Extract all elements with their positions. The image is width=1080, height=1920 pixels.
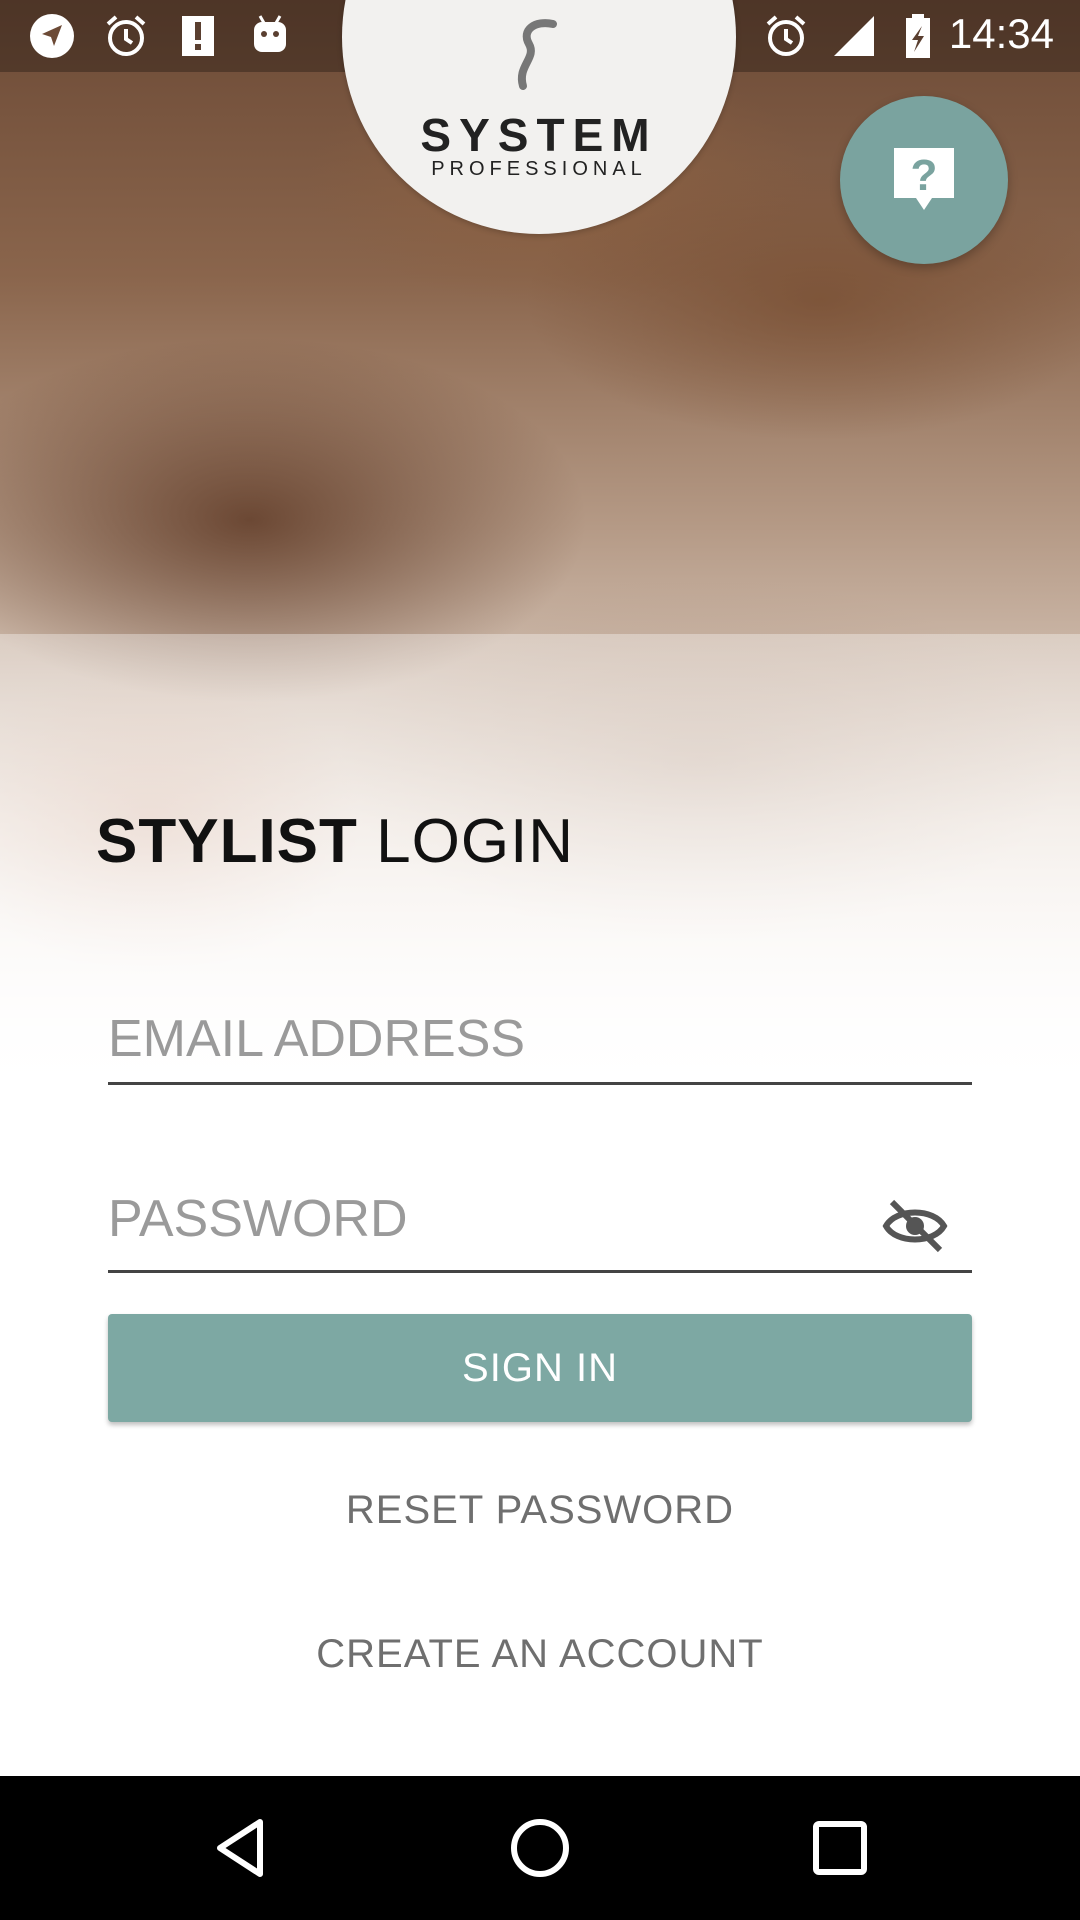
- email-field[interactable]: [108, 1004, 868, 1074]
- password-field[interactable]: [108, 1184, 868, 1254]
- password-field-container: [108, 1184, 972, 1273]
- android-debug-icon: [254, 15, 286, 52]
- brand-title: SYSTEM: [420, 109, 658, 161]
- email-field-container: [108, 1004, 972, 1085]
- alarm-icon: [106, 15, 146, 56]
- svg-text:?: ?: [911, 151, 938, 200]
- page-title-bold: STYLIST: [96, 807, 358, 876]
- signal-icon: [834, 16, 874, 56]
- help-button[interactable]: ?: [840, 96, 1008, 264]
- battery-icon: [906, 14, 930, 58]
- back-icon[interactable]: [208, 1816, 272, 1880]
- reset-password-link[interactable]: RESET PASSWORD: [0, 1488, 1080, 1533]
- help-icon: ?: [894, 148, 954, 210]
- system-nav-bar: [0, 1776, 1080, 1920]
- alert-icon: [182, 16, 214, 56]
- home-icon[interactable]: [508, 1816, 572, 1880]
- alarm-icon: [766, 15, 806, 56]
- sign-in-button[interactable]: SIGN IN: [108, 1314, 972, 1422]
- brand-mark-icon: [517, 19, 557, 90]
- visibility-off-icon[interactable]: [882, 1198, 948, 1254]
- create-account-link[interactable]: CREATE AN ACCOUNT: [0, 1632, 1080, 1677]
- page-title: STYLIST LOGIN: [96, 806, 574, 877]
- recents-icon[interactable]: [808, 1816, 872, 1880]
- status-time: 14:34: [948, 10, 1054, 57]
- page-title-light: LOGIN: [376, 807, 575, 876]
- brand-subtitle: PROFESSIONAL: [431, 158, 647, 180]
- navigation-icon: [30, 14, 74, 58]
